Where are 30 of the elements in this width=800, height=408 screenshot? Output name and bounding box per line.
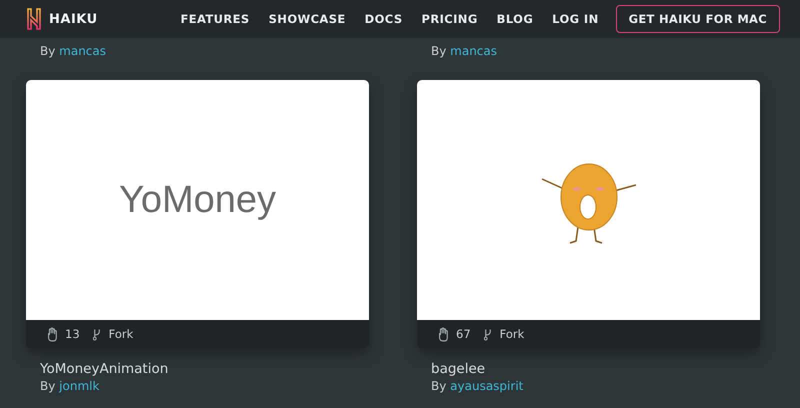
fork-icon — [92, 328, 102, 340]
project-title[interactable]: bagelee — [431, 361, 760, 377]
download-button[interactable]: GET HAIKU FOR MAC — [616, 5, 780, 33]
preview-title: YoMoney — [118, 178, 276, 222]
nav-link[interactable]: SHOWCASE — [268, 12, 346, 26]
fork-button[interactable]: Fork — [482, 327, 524, 341]
clap-icon — [437, 326, 449, 342]
author-byline: By jonmlk — [40, 379, 100, 393]
haiku-logo-icon — [26, 7, 42, 31]
author-link[interactable]: mancas — [59, 44, 106, 58]
like-button[interactable]: 67 — [437, 326, 471, 342]
author-byline: By mancas — [431, 44, 498, 58]
fork-button[interactable]: Fork — [92, 327, 134, 341]
author-link[interactable]: mancas — [450, 44, 498, 58]
project-card[interactable]: YoMoney 13 Fork — [26, 80, 369, 348]
nav-link[interactable]: LOG IN — [552, 12, 599, 26]
like-button[interactable]: 13 — [46, 326, 80, 342]
fork-icon — [482, 328, 493, 340]
nav-link[interactable]: BLOG — [496, 12, 534, 26]
author-link[interactable]: jonmlk — [59, 379, 100, 393]
nav-link[interactable]: FEATURES — [180, 12, 250, 26]
nav-link[interactable]: DOCS — [364, 12, 403, 26]
author-link[interactable]: ayausaspirit — [450, 379, 524, 393]
logo-link[interactable]: HAIKU — [26, 7, 98, 31]
clap-icon — [46, 326, 58, 342]
nav-link[interactable]: PRICING — [422, 12, 478, 26]
project-title[interactable]: YoMoneyAnimation — [40, 361, 369, 377]
author-byline: By mancas — [40, 44, 106, 58]
author-byline: By ayausaspirit — [431, 379, 524, 393]
project-card[interactable]: 67 Fork — [417, 80, 760, 348]
